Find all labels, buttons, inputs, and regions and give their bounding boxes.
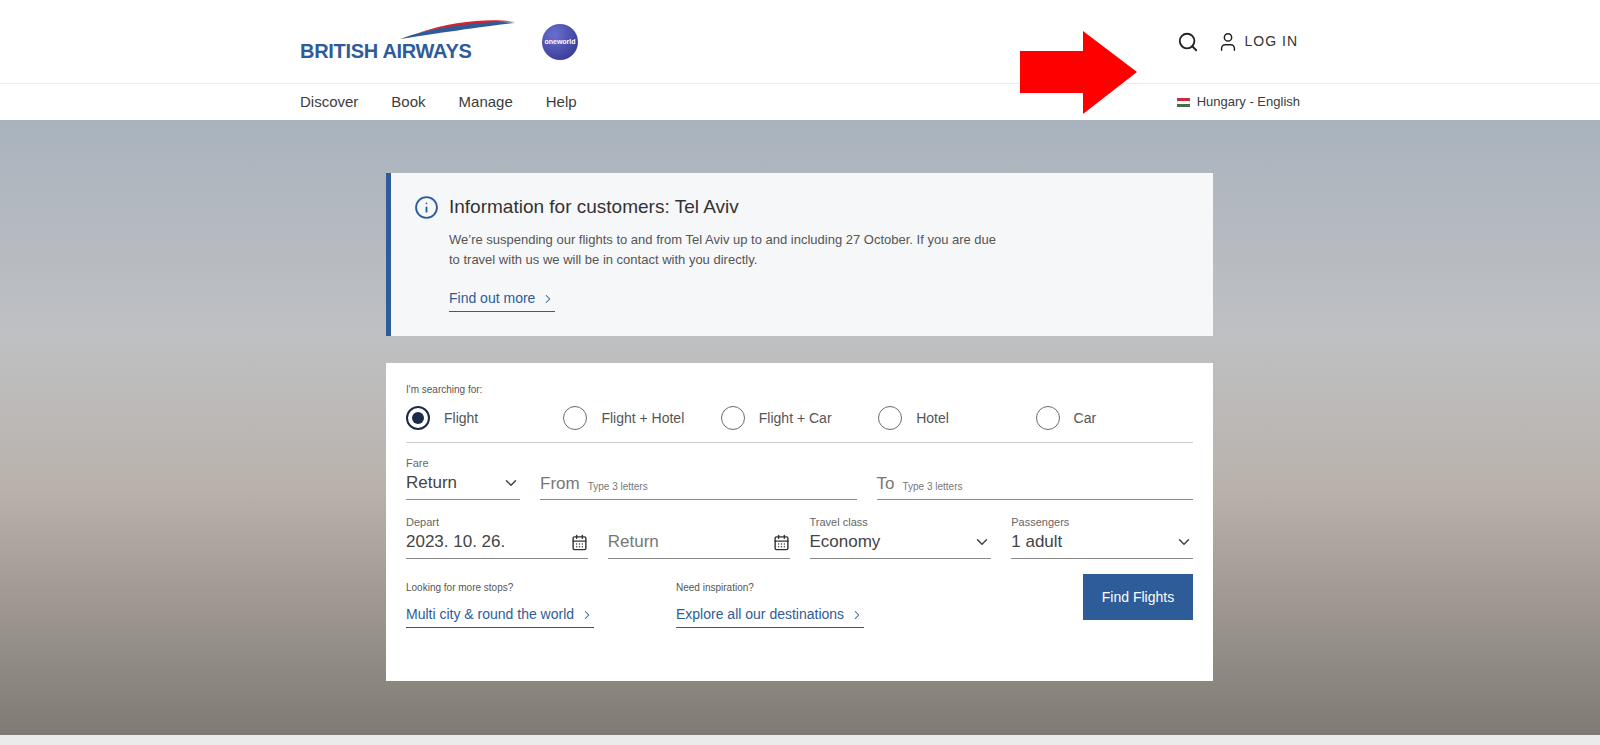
chevron-down-icon xyxy=(502,474,520,492)
main-nav: Discover Book Manage Help Hungary - English xyxy=(0,83,1600,120)
locale-selector[interactable]: Hungary - English xyxy=(1177,92,1300,112)
chevron-down-icon xyxy=(973,533,991,551)
travel-class-select[interactable]: Travel classEconomy xyxy=(810,515,992,559)
find-flights-button[interactable]: Find Flights xyxy=(1083,574,1193,620)
search-type-option[interactable]: Car xyxy=(1036,406,1193,430)
hungary-flag-icon xyxy=(1177,98,1190,107)
search-type-option[interactable]: Flight + Hotel xyxy=(563,406,720,430)
login-button[interactable]: LOG IN xyxy=(1217,31,1298,53)
search-type-label[interactable]: Flight xyxy=(444,408,478,429)
field-label xyxy=(608,515,790,529)
search-type-option[interactable]: Hotel xyxy=(878,406,1035,430)
notice-title: Information for customers: Tel Aviv xyxy=(449,193,1009,221)
header: BRITISH AIRWAYS oneworld LOG IN xyxy=(0,0,1600,83)
field-label: Depart xyxy=(406,515,588,529)
chevron-right-icon xyxy=(850,608,864,622)
speedmarque-icon xyxy=(398,19,516,41)
search-card: I'm searching for:FlightFlight + HotelFl… xyxy=(386,363,1213,681)
radio-icon[interactable] xyxy=(563,406,587,430)
more-stops-label: Looking for more stops? xyxy=(406,580,676,595)
radio-icon[interactable] xyxy=(1036,406,1060,430)
radio-icon[interactable] xyxy=(721,406,745,430)
page: BRITISH AIRWAYS oneworld LOG IN Discover Boo… xyxy=(0,0,1600,745)
searching-for-label: I'm searching for: xyxy=(406,383,1193,397)
radio-icon[interactable] xyxy=(878,406,902,430)
search-type-label[interactable]: Flight + Car xyxy=(759,408,832,429)
from-field[interactable]: FromType 3 letters xyxy=(540,470,857,500)
field-label: Fare xyxy=(406,456,520,470)
return-field[interactable]: Return xyxy=(608,515,790,559)
nav-item[interactable]: Manage xyxy=(459,91,513,114)
red-arrow-icon xyxy=(1020,31,1138,115)
fare-select[interactable]: FareReturn xyxy=(406,456,520,500)
inspiration-label: Need inspiration? xyxy=(676,580,1083,595)
field-value[interactable]: Return xyxy=(608,529,659,555)
find-out-more-link[interactable]: Find out more xyxy=(449,288,555,312)
logo[interactable]: BRITISH AIRWAYS xyxy=(300,19,516,65)
nav-item[interactable]: Help xyxy=(546,91,577,114)
field-label: Travel class xyxy=(810,515,992,529)
to-field[interactable]: ToType 3 letters xyxy=(877,470,1194,500)
hero: Information for customers: Tel Aviv We’re… xyxy=(0,120,1600,735)
search-type-group: Flight Flight + Hotel Flight + Car Hotel Car xyxy=(406,397,1193,443)
nav-item[interactable]: Discover xyxy=(300,91,358,114)
field-label: Passengers xyxy=(1011,515,1193,529)
search-icon[interactable] xyxy=(1177,31,1199,53)
search-type-label[interactable]: Flight + Hotel xyxy=(601,408,684,429)
field-value[interactable]: Return xyxy=(406,470,457,496)
calendar-icon[interactable] xyxy=(571,534,588,551)
search-type-option[interactable]: Flight + Car xyxy=(721,406,878,430)
chevron-right-icon xyxy=(541,292,555,306)
multi-city-link[interactable]: Multi city & round the world xyxy=(406,604,594,628)
chevron-down-icon xyxy=(1175,533,1193,551)
passengers-select[interactable]: Passengers1 adult xyxy=(1011,515,1193,559)
footer-strip xyxy=(0,735,1600,745)
search-type-option[interactable]: Flight xyxy=(406,406,563,430)
nav-item[interactable]: Book xyxy=(391,91,425,114)
radio-selected-icon[interactable] xyxy=(406,406,430,430)
notice-body: We’re suspending our flights to and from… xyxy=(449,230,1009,270)
field-value[interactable]: Economy xyxy=(810,529,881,555)
notice-card: Information for customers: Tel Aviv We’re… xyxy=(386,173,1213,336)
search-type-label[interactable]: Hotel xyxy=(916,408,949,429)
calendar-icon[interactable] xyxy=(773,534,790,551)
depart-field[interactable]: Depart2023. 10. 26. xyxy=(406,515,588,559)
field-value[interactable]: 2023. 10. 26. xyxy=(406,529,505,555)
user-icon[interactable] xyxy=(1217,31,1239,53)
oneworld-badge: oneworld xyxy=(542,24,578,60)
field-value[interactable]: 1 adult xyxy=(1011,529,1062,555)
info-icon xyxy=(414,195,439,220)
chevron-right-icon xyxy=(580,608,594,622)
explore-destinations-link[interactable]: Explore all our destinations xyxy=(676,604,864,628)
search-type-label[interactable]: Car xyxy=(1074,408,1097,429)
